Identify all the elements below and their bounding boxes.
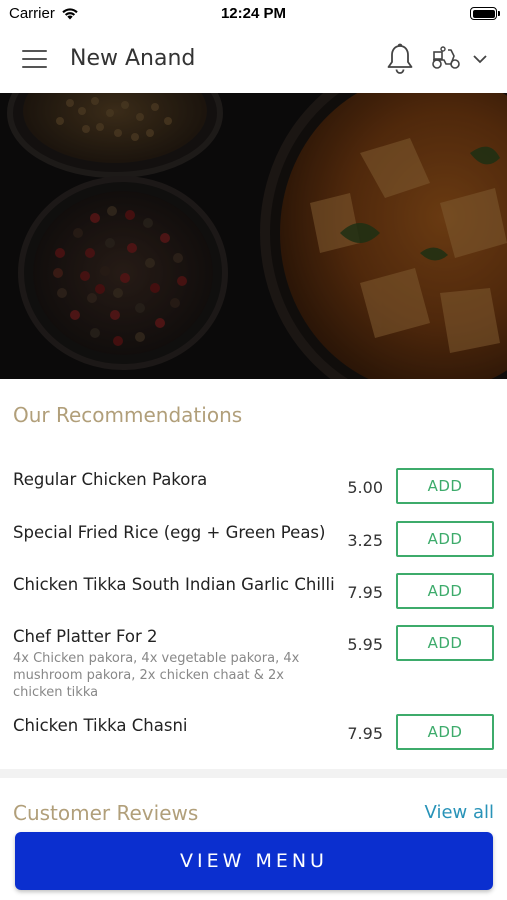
status-time: 12:24 PM [220, 5, 287, 22]
item-price: 7.95 [347, 724, 383, 743]
view-menu-button[interactable]: VIEW MENU [15, 832, 493, 890]
hero-image [0, 93, 507, 379]
bell-icon[interactable] [385, 43, 415, 75]
item-price: 5.95 [347, 635, 383, 654]
scooter-delivery-icon[interactable] [430, 45, 462, 71]
view-all-reviews-link[interactable]: View all [425, 802, 494, 823]
item-name: Regular Chicken Pakora [13, 470, 208, 489]
recommendations-title: Our Recommendations [13, 403, 243, 427]
item-name: Chicken Tikka Chasni [13, 716, 188, 735]
add-button[interactable]: ADD [396, 625, 494, 661]
menu-icon[interactable] [22, 48, 48, 70]
add-button[interactable]: ADD [396, 468, 494, 504]
item-name: Chicken Tikka South Indian Garlic Chilli [13, 575, 335, 594]
add-button[interactable]: ADD [396, 714, 494, 750]
add-button[interactable]: ADD [396, 521, 494, 557]
item-price: 3.25 [347, 531, 383, 550]
battery-icon [470, 7, 500, 20]
restaurant-title: New Anand [70, 46, 196, 71]
item-name: Chef Platter For 2 [13, 627, 158, 646]
reviews-title: Customer Reviews [13, 801, 199, 825]
item-name: Special Fried Rice (egg + Green Peas) [13, 523, 326, 542]
item-price: 7.95 [347, 583, 383, 602]
add-button[interactable]: ADD [396, 573, 494, 609]
app-header: New Anand [0, 28, 507, 93]
item-price: 5.00 [347, 478, 383, 497]
section-divider [0, 769, 507, 778]
status-bar: Carrier 12:24 PM [0, 0, 507, 28]
chevron-down-icon[interactable] [472, 52, 488, 64]
item-description: 4x Chicken pakora, 4x vegetable pakora, … [13, 651, 300, 700]
